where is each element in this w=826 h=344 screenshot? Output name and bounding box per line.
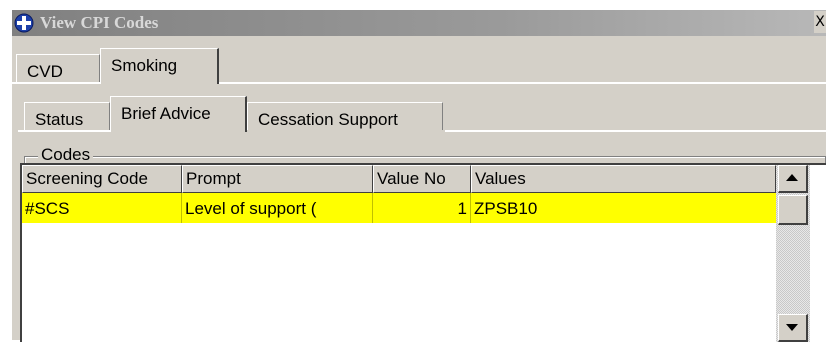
column-header-value-no[interactable]: Value No: [373, 165, 471, 193]
cell-values: ZPSB10: [474, 199, 538, 218]
tab-label: Cessation Support: [258, 110, 398, 129]
cell-value-no: 1: [373, 193, 471, 223]
tab-label: Smoking: [111, 56, 178, 75]
cell-prompt: Level of support (: [182, 193, 373, 223]
scroll-down-button[interactable]: [778, 314, 808, 342]
tab-label: CVD: [27, 62, 63, 81]
cell-screening-code: #SCS: [22, 193, 182, 223]
arrow-up-icon: [786, 174, 798, 181]
subtab-row-edge: [18, 130, 111, 132]
tab-row-edge: [219, 82, 826, 84]
tab-label: Status: [35, 110, 84, 129]
title-bar[interactable]: View CPI Codes X: [12, 10, 826, 36]
window-title: View CPI Codes: [40, 13, 159, 32]
tab-cessation-support[interactable]: Cessation Support: [247, 102, 443, 130]
tab-label: Brief Advice: [121, 104, 211, 123]
tab-status[interactable]: Status: [24, 102, 110, 130]
tab-smoking[interactable]: Smoking: [100, 48, 219, 84]
table-row[interactable]: #SCS Level of support ( 1 ZPSB10: [22, 193, 776, 223]
tab-brief-advice[interactable]: Brief Advice: [110, 96, 247, 132]
scroll-thumb[interactable]: [778, 195, 808, 225]
close-button[interactable]: X: [814, 11, 826, 33]
tab-cvd[interactable]: CVD: [16, 54, 100, 82]
column-header-prompt[interactable]: Prompt: [182, 165, 373, 193]
vertical-scrollbar[interactable]: [776, 165, 810, 342]
column-header-values[interactable]: Values: [471, 165, 776, 193]
scroll-up-button[interactable]: [778, 165, 808, 193]
grid-header: Screening Code Prompt Value No Values: [22, 165, 776, 193]
codes-grid[interactable]: Screening Code Prompt Value No Values #S…: [20, 163, 826, 342]
column-header-screening-code[interactable]: Screening Code: [22, 165, 182, 193]
tab-row-edge: [12, 82, 107, 84]
app-globe-icon: [14, 13, 34, 33]
arrow-down-icon: [786, 324, 798, 331]
subtab-row-edge: [445, 130, 826, 132]
codes-group-label: Codes: [38, 145, 94, 165]
